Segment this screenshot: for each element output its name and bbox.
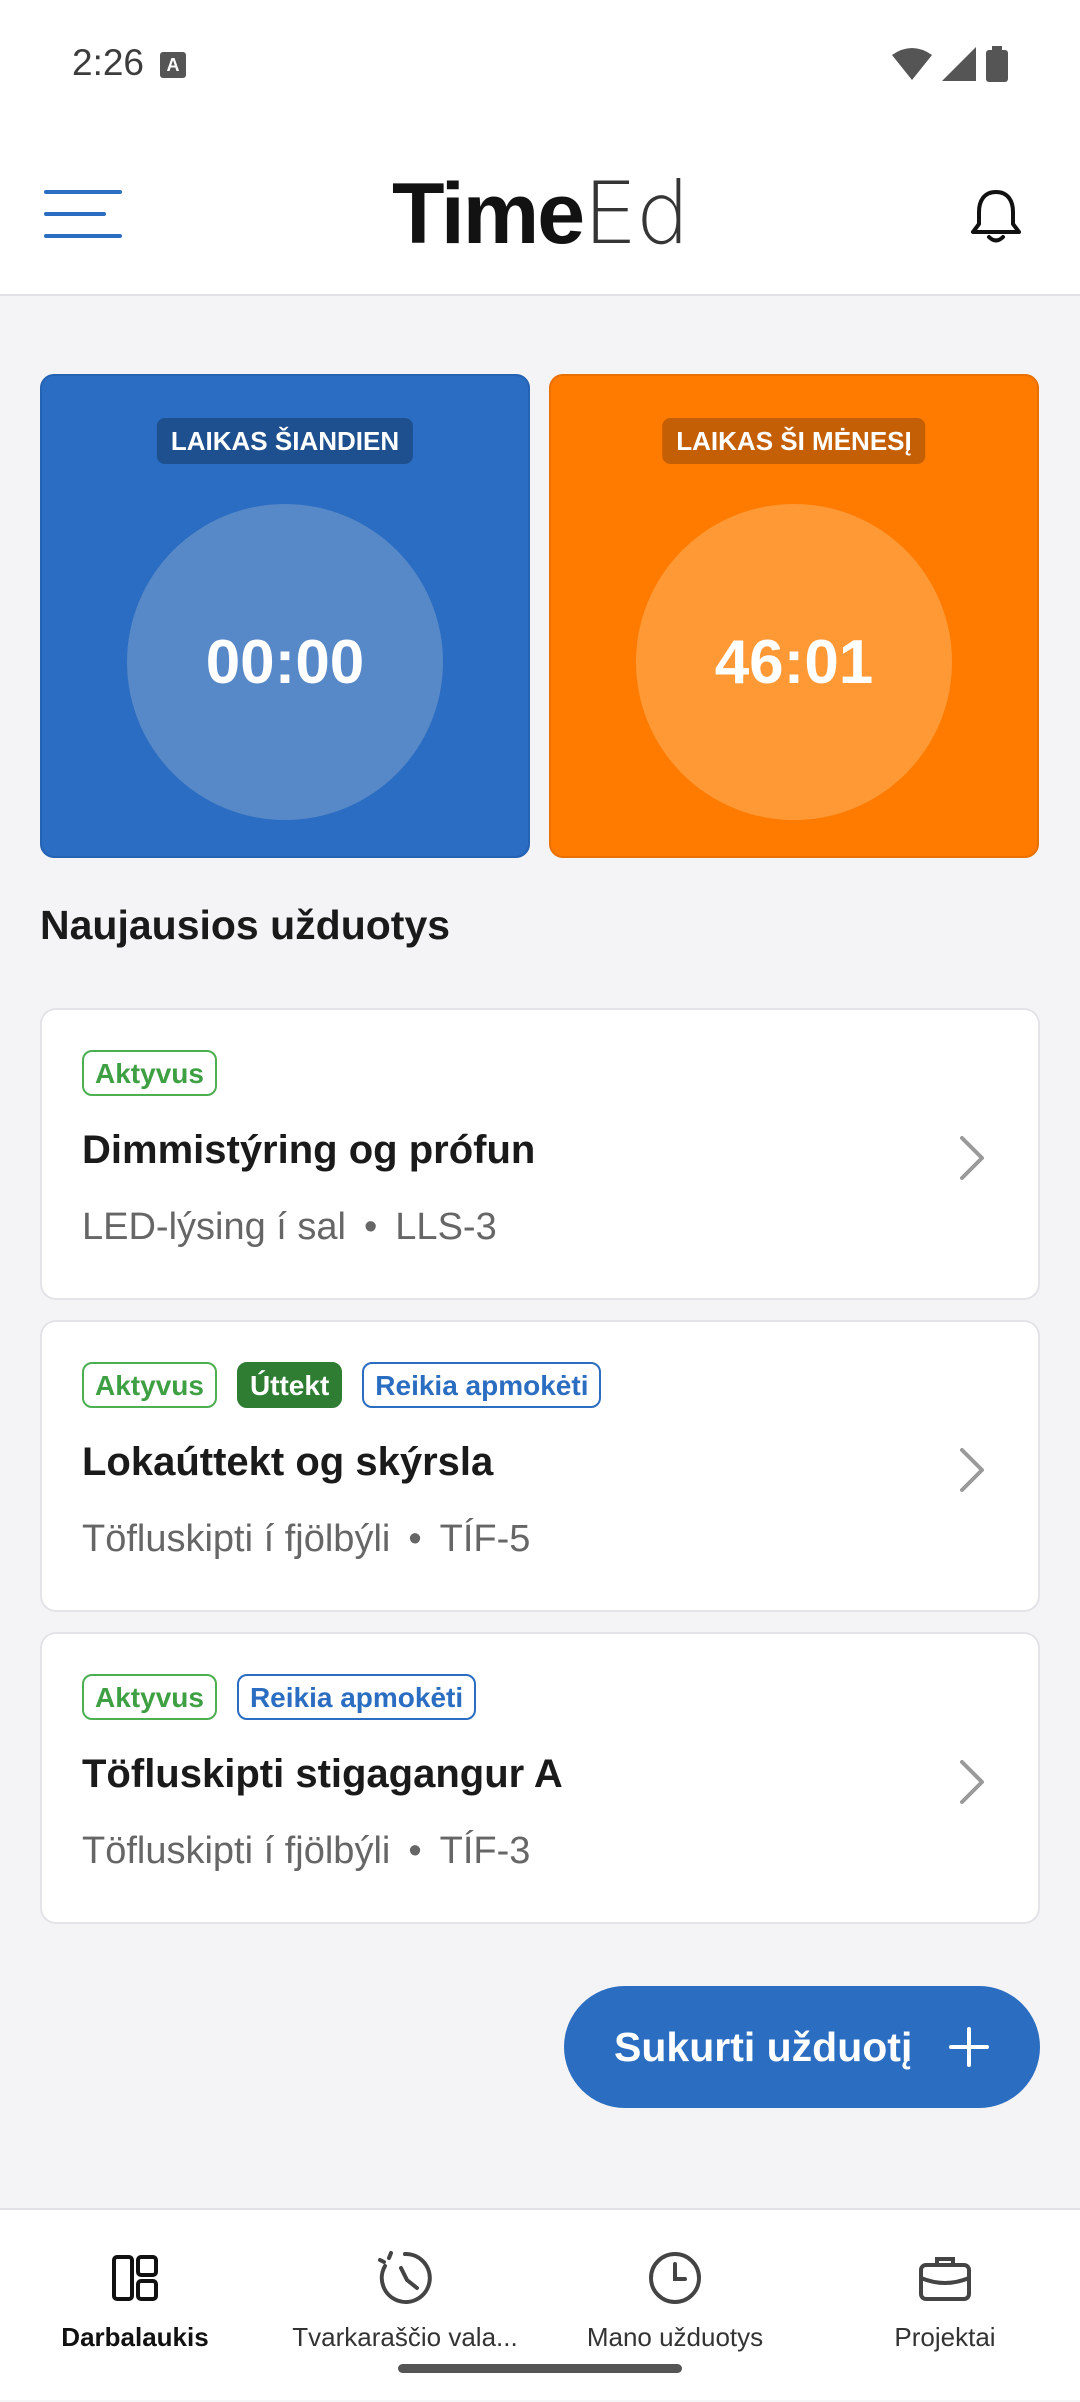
briefcase-icon (919, 2257, 971, 2301)
nav-label: Darbalaukis (61, 2322, 209, 2352)
task-code: TÍF-5 (439, 1518, 531, 1560)
clock-icon (649, 2252, 701, 2304)
task-meta: LED-lýsing í sal • LLS-3 (82, 1206, 497, 1249)
home-indicator (398, 2364, 682, 2373)
status-badge-needs-payment: Reikia apmokėti (236, 1674, 477, 1720)
task-project: Töfluskipti í fjölbýli (82, 1518, 391, 1560)
status-icons (892, 46, 1008, 82)
task-badges: Aktyvus Reikia apmokėti (82, 1674, 477, 1720)
nav-label: Mano užduotys (586, 2322, 764, 2352)
nav-projects[interactable]: Projektai (810, 2210, 1080, 2402)
task-card[interactable]: Aktyvus Reikia apmokėti Töfluskipti stig… (40, 1632, 1040, 1924)
nav-dashboard[interactable]: Darbalaukis (0, 2210, 270, 2402)
status-badge-active: Aktyvus (82, 1674, 217, 1720)
task-badges: Aktyvus Úttekt Reikia apmokėti (82, 1362, 602, 1408)
chevron-right-icon (960, 1448, 984, 1492)
status-badge-active: Aktyvus (82, 1050, 217, 1096)
a-icon: A (160, 52, 186, 78)
signal-icon (942, 47, 976, 81)
plus-icon (949, 2027, 989, 2067)
nav-label: Tvarkaraščio vala... (292, 2322, 518, 2352)
brand-logo: TimeEd (0, 164, 1080, 264)
month-time-card[interactable]: LAIKAS ŠI MĖNESĮ 46:01 (549, 374, 1039, 858)
task-code: LLS-3 (395, 1206, 497, 1248)
brand-bold: Time (391, 166, 585, 262)
app-bar: TimeEd (0, 130, 1080, 296)
task-meta: Töfluskipti í fjölbýli • TÍF-3 (82, 1830, 530, 1873)
create-task-label: Sukurti užduotį (614, 2023, 913, 2070)
nav-my-tasks[interactable]: Mano užduotys (540, 2210, 810, 2402)
today-time-value: 00:00 (127, 504, 443, 820)
status-badge-needs-payment: Reikia apmokėti (362, 1362, 602, 1408)
task-title: Töfluskipti stigagangur A (82, 1752, 563, 1796)
task-card[interactable]: Aktyvus Úttekt Reikia apmokėti Lokaúttek… (40, 1320, 1040, 1612)
task-project: Töfluskipti í fjölbýli (82, 1830, 391, 1872)
task-code: TÍF-3 (439, 1830, 531, 1872)
bell-icon[interactable] (964, 184, 1028, 248)
chevron-right-icon (960, 1760, 984, 1804)
status-badge-audit: Úttekt (236, 1362, 343, 1408)
task-card[interactable]: Aktyvus Dimmistýring og prófun LED-lýsin… (40, 1008, 1040, 1300)
separator-dot: • (408, 1518, 422, 1560)
status-badge-active: Aktyvus (82, 1362, 217, 1408)
today-time-card[interactable]: LAIKAS ŠIANDIEN 00:00 (40, 374, 530, 858)
status-time: 2:26 (72, 42, 145, 83)
battery-icon (986, 46, 1008, 82)
wifi-icon (892, 48, 932, 80)
schedule-clock-icon (378, 2251, 432, 2304)
dashboard-icon (112, 2255, 158, 2301)
chevron-right-icon (960, 1136, 984, 1180)
separator-dot: • (408, 1830, 422, 1872)
task-title: Dimmistýring og prófun (82, 1128, 536, 1172)
task-meta: Töfluskipti í fjölbýli • TÍF-5 (82, 1518, 530, 1561)
create-task-button[interactable]: Sukurti užduotį (564, 1986, 1040, 2108)
task-project: LED-lýsing í sal (82, 1206, 346, 1248)
task-badges: Aktyvus (82, 1050, 217, 1096)
month-time-value: 46:01 (636, 504, 952, 820)
separator-dot: • (363, 1206, 378, 1248)
nav-schedule[interactable]: Tvarkaraščio vala... (270, 2210, 540, 2402)
month-time-label: LAIKAS ŠI MĖNESĮ (662, 418, 926, 464)
status-bar: 2:26 A (0, 0, 1080, 130)
section-title: Naujausios užduotys (40, 902, 451, 948)
brand-light: Ed (583, 164, 690, 264)
nav-label: Projektai (894, 2322, 996, 2352)
today-time-label: LAIKAS ŠIANDIEN (156, 418, 414, 464)
task-title: Lokaúttekt og skýrsla (82, 1440, 494, 1484)
